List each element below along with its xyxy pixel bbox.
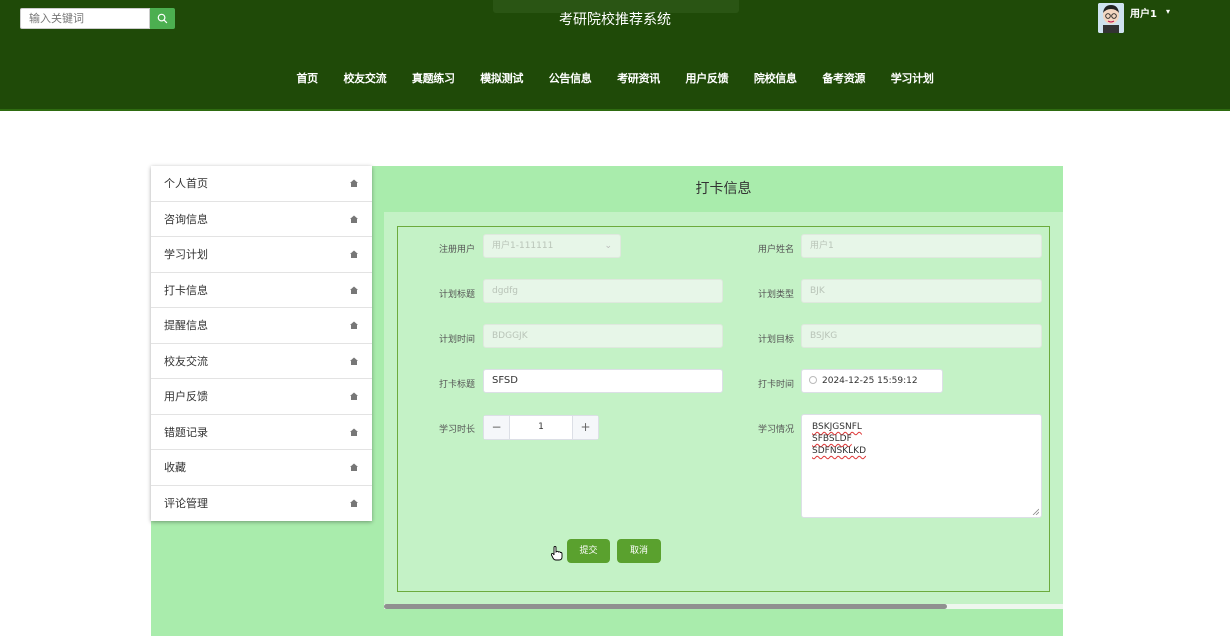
header: 考研院校推荐系统 用户1 ▾ 首页 校友交流 真题练习 模拟测试 公告信息 考研…	[0, 0, 1230, 111]
home-icon	[350, 215, 358, 223]
study-duration-stepper[interactable]: − 1 +	[483, 415, 599, 440]
sidebar-item-feedback[interactable]: 用户反馈	[151, 379, 372, 415]
plan-title-field[interactable]: dgdfg	[483, 279, 723, 303]
nav-item-schools[interactable]: 院校信息	[754, 70, 797, 86]
textarea-line: SFBSLDF	[812, 434, 852, 444]
home-icon	[350, 428, 358, 436]
nav-item-past-exams[interactable]: 真题练习	[412, 70, 455, 86]
sidebar-item-label: 评论管理	[164, 497, 208, 511]
sidebar-item-label: 学习计划	[164, 248, 208, 262]
sidebar-item-mistakes[interactable]: 错题记录	[151, 415, 372, 450]
chevron-down-icon: ⌄	[604, 241, 612, 251]
increment-button[interactable]: +	[572, 416, 598, 439]
nav-item-mock-test[interactable]: 模拟测试	[480, 70, 523, 86]
textarea-line: SDFNSKLKD	[812, 446, 867, 456]
cancel-button[interactable]: 取消	[617, 539, 661, 563]
submit-button[interactable]: 提交	[567, 539, 610, 563]
checkin-time-picker[interactable]: 2024-12-25 15:59:12	[801, 369, 943, 393]
nav-item-alumni[interactable]: 校友交流	[343, 70, 386, 86]
checkin-title-label: 打卡标题	[438, 380, 475, 390]
sidebar-item-profile[interactable]: 个人首页	[151, 166, 372, 202]
nav-item-notices[interactable]: 公告信息	[549, 70, 592, 86]
home-icon	[350, 357, 358, 365]
chevron-down-icon[interactable]: ▾	[1166, 7, 1170, 16]
plan-goal-label: 计划目标	[757, 335, 794, 345]
study-duration-label: 学习时长	[438, 425, 475, 435]
sidebar-item-study-plan[interactable]: 学习计划	[151, 237, 372, 273]
home-icon	[350, 179, 358, 188]
sidebar-item-checkin[interactable]: 打卡信息	[151, 273, 372, 308]
home-icon	[350, 499, 358, 508]
horizontal-scrollbar-thumb[interactable]	[384, 604, 947, 609]
user-name-field[interactable]: 用户1	[801, 234, 1042, 258]
decrement-button[interactable]: −	[484, 416, 510, 439]
plan-type-field[interactable]: BJK	[801, 279, 1042, 303]
home-icon	[350, 463, 358, 472]
sidebar-item-label: 校友交流	[164, 354, 208, 368]
nav-item-study-plan[interactable]: 学习计划	[891, 70, 934, 86]
study-duration-value[interactable]: 1	[510, 416, 572, 439]
sidebar-item-consult[interactable]: 咨询信息	[151, 202, 372, 237]
avatar[interactable]	[1098, 3, 1124, 33]
checkin-time-label: 打卡时间	[757, 380, 794, 390]
sidebar-item-label: 提醒信息	[164, 319, 208, 333]
home-icon	[350, 250, 358, 259]
nav-item-resources[interactable]: 备考资源	[822, 70, 865, 86]
reg-user-value: 用户1-111111	[492, 241, 554, 251]
plan-title-label: 计划标题	[438, 290, 475, 300]
home-icon	[350, 321, 358, 330]
study-status-textarea[interactable]: BSKJGSNFL SFBSLDF SDFNSKLKD	[801, 414, 1042, 518]
study-status-label: 学习情况	[757, 425, 794, 435]
sidebar-item-label: 咨询信息	[164, 212, 208, 226]
plan-time-field[interactable]: BDGGJK	[483, 324, 723, 348]
site-title: 考研院校推荐系统	[559, 12, 671, 28]
plan-type-label: 计划类型	[757, 290, 794, 300]
resize-handle-icon[interactable]	[1032, 508, 1039, 515]
clock-icon	[809, 376, 817, 384]
user-avatar-icon	[1098, 3, 1124, 33]
sidebar-item-label: 打卡信息	[164, 283, 208, 297]
checkin-time-value: 2024-12-25 15:59:12	[822, 376, 918, 386]
sidebar-item-label: 收藏	[164, 461, 186, 475]
sidebar-item-reminder[interactable]: 提醒信息	[151, 308, 372, 344]
nav-item-home[interactable]: 首页	[296, 70, 318, 86]
user-name[interactable]: 用户1	[1130, 5, 1157, 20]
plan-time-label: 计划时间	[438, 335, 475, 345]
sidebar: 个人首页 咨询信息 学习计划 打卡信息 提醒信息 校友交流 用户反馈 错题记录 …	[151, 166, 372, 521]
home-icon	[350, 392, 358, 401]
sidebar-item-alumni[interactable]: 校友交流	[151, 344, 372, 379]
sidebar-item-label: 错题记录	[164, 425, 208, 439]
sidebar-item-favorites[interactable]: 收藏	[151, 450, 372, 486]
main-nav: 首页 校友交流 真题练习 模拟测试 公告信息 考研资讯 用户反馈 院校信息 备考…	[0, 70, 1230, 86]
sidebar-item-comments[interactable]: 评论管理	[151, 486, 372, 522]
home-icon	[350, 286, 358, 294]
reg-user-select[interactable]: 用户1-111111 ⌄	[483, 234, 621, 258]
checkin-title-input[interactable]: SFSD	[483, 369, 723, 393]
user-name-label: 用户姓名	[757, 245, 794, 255]
hand-cursor-icon	[551, 546, 563, 561]
nav-item-news[interactable]: 考研资讯	[617, 70, 660, 86]
plan-goal-field[interactable]: BSJKG	[801, 324, 1042, 348]
reg-user-label: 注册用户	[438, 245, 475, 255]
user-menu[interactable]: 用户1 ▾	[1098, 3, 1170, 33]
nav-item-feedback[interactable]: 用户反馈	[686, 70, 729, 86]
textarea-line: BSKJGSNFL	[812, 422, 862, 432]
sidebar-item-label: 个人首页	[164, 177, 208, 191]
page-title: 打卡信息	[695, 181, 752, 197]
sidebar-item-label: 用户反馈	[164, 390, 208, 404]
